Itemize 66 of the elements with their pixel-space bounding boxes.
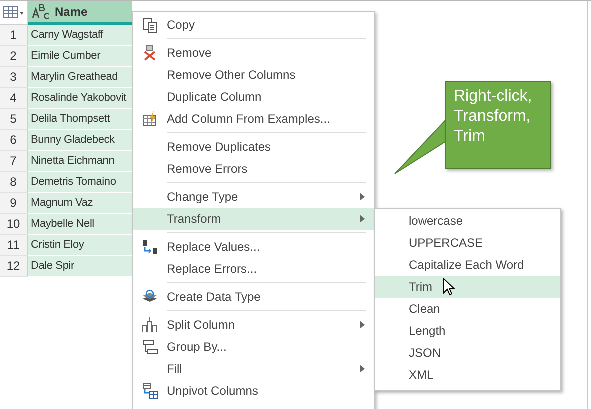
row-number: 1 (0, 25, 28, 46)
row-number: 7 (0, 151, 28, 172)
menu-item[interactable]: Replace Values... (133, 236, 374, 258)
copy-icon (142, 17, 158, 33)
row-number: 6 (0, 130, 28, 151)
menu-item[interactable]: Remove Errors (133, 158, 374, 180)
menu-item[interactable]: JSON (375, 342, 560, 364)
table-cell: Ninetta Eichmann (28, 151, 132, 172)
menu-item[interactable]: Unpivot Columns (133, 380, 374, 402)
row-number: 4 (0, 88, 28, 109)
menu-item[interactable]: Remove Other Columns (133, 64, 374, 86)
table-cell: Delila Thompsett (28, 109, 132, 130)
table-menu-icon (2, 6, 24, 20)
table-cell: Demetris Tomaino (28, 172, 132, 193)
menu-item[interactable]: Change Type (133, 186, 374, 208)
split-column-icon (142, 317, 158, 333)
column-lightning-icon (142, 111, 158, 127)
menu-item[interactable]: Fill (133, 358, 374, 380)
menu-item[interactable]: Remove Duplicates (133, 136, 374, 158)
table-cell: Maybelle Nell (28, 214, 132, 235)
table-cell: Bunny Gladebeck (28, 130, 132, 151)
row-number: 2 (0, 46, 28, 67)
row-number: 9 (0, 193, 28, 214)
group-by-icon (142, 339, 158, 355)
replace-arrow-icon (142, 239, 158, 255)
menu-item[interactable]: Replace Errors... (133, 258, 374, 280)
row-number: 5 (0, 109, 28, 130)
table-cell: Cristin Eloy (28, 235, 132, 256)
column-title: Name (55, 4, 88, 18)
menu-item[interactable]: lowercase (375, 210, 560, 232)
table-cell: Eimile Cumber (28, 46, 132, 67)
menu-item[interactable]: Split Column (133, 314, 374, 336)
row-number: 10 (0, 214, 28, 235)
menu-item[interactable]: Group By... (133, 336, 374, 358)
unpivot-icon (142, 383, 158, 399)
row-number: 8 (0, 172, 28, 193)
menu-item[interactable]: Remove (133, 42, 374, 64)
menu-item[interactable]: Capitalize Each Word (375, 254, 560, 276)
text-type-icon (32, 4, 50, 20)
table-cell: Marylin Greathead (28, 67, 132, 88)
menu-item[interactable]: Clean (375, 298, 560, 320)
submenu-arrow-icon (360, 365, 364, 373)
menu-item[interactable]: Duplicate Column (133, 86, 374, 108)
submenu-arrow-icon (360, 321, 364, 329)
row-number: 12 (0, 256, 28, 277)
delete-column-icon (142, 45, 158, 61)
menu-item[interactable]: Create Data Type (133, 286, 374, 308)
menu-item[interactable]: Add Column From Examples... (133, 108, 374, 130)
menu-item[interactable]: Length (375, 320, 560, 342)
submenu-arrow-icon (360, 193, 364, 201)
table-cell: Rosalinde Yakobovit (28, 88, 132, 109)
table-cell: Magnum Vaz (28, 193, 132, 214)
submenu-arrow-icon (360, 215, 364, 223)
row-number: 3 (0, 67, 28, 88)
menu-item[interactable]: UPPERCASE (375, 232, 560, 254)
stacked-layers-icon (142, 289, 158, 305)
menu-item[interactable]: XML (375, 364, 560, 386)
mouse-pointer-icon (442, 278, 455, 296)
menu-item[interactable]: Transform (133, 208, 374, 230)
menu-item[interactable]: Copy (133, 14, 374, 36)
column-header[interactable]: Name (28, 1, 132, 25)
table-cell: Dale Spir (28, 256, 132, 277)
table-cell: Carny Wagstaff (28, 25, 132, 46)
row-number: 11 (0, 235, 28, 256)
menu-item[interactable]: Trim (375, 276, 560, 298)
callout-pointer (394, 118, 448, 176)
